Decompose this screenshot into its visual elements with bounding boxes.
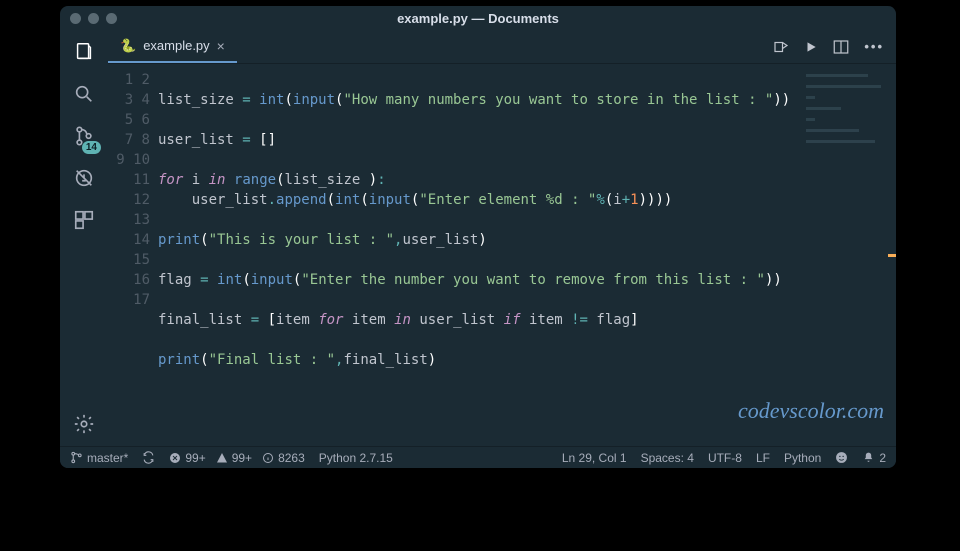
code-content[interactable]: list_size = int(input("How many numbers … bbox=[158, 64, 896, 446]
status-bell-count: 2 bbox=[879, 451, 886, 465]
python-file-icon: 🐍 bbox=[120, 38, 136, 54]
titlebar: example.py — Documents bbox=[60, 6, 896, 30]
overview-ruler-marker bbox=[888, 254, 896, 257]
search-icon[interactable] bbox=[70, 80, 98, 108]
status-encoding[interactable]: UTF-8 bbox=[708, 451, 742, 465]
watermark: codevscolor.com bbox=[738, 398, 884, 424]
minimize-window-icon[interactable] bbox=[88, 13, 99, 24]
settings-gear-icon[interactable] bbox=[70, 410, 98, 438]
source-control-badge: 14 bbox=[82, 141, 101, 154]
status-eol[interactable]: LF bbox=[756, 451, 770, 465]
zoom-window-icon[interactable] bbox=[106, 13, 117, 24]
info-icon bbox=[262, 452, 274, 464]
more-actions-icon[interactable]: ••• bbox=[864, 39, 884, 54]
status-info-count: 8263 bbox=[278, 451, 305, 465]
editor-body[interactable]: 1 2 3 4 5 6 7 8 9 10 11 12 13 14 15 16 1… bbox=[108, 64, 896, 446]
error-icon bbox=[169, 452, 181, 464]
status-warning-count: 99+ bbox=[232, 451, 252, 465]
status-cursor[interactable]: Ln 29, Col 1 bbox=[562, 451, 627, 465]
traffic-lights[interactable] bbox=[70, 13, 117, 24]
window-title: example.py — Documents bbox=[60, 11, 896, 26]
open-changes-icon[interactable] bbox=[772, 38, 790, 56]
activity-bar: 14 bbox=[60, 30, 108, 446]
close-tab-icon[interactable]: × bbox=[217, 39, 225, 53]
status-bar: master* 99+ 99+ 8263 Python 2.7.15 Ln 29… bbox=[60, 446, 896, 468]
status-indent[interactable]: Spaces: 4 bbox=[641, 451, 694, 465]
status-error-count: 99+ bbox=[185, 451, 205, 465]
sync-icon bbox=[142, 451, 155, 464]
smiley-icon bbox=[835, 451, 848, 464]
tab-example-py[interactable]: 🐍 example.py × bbox=[108, 30, 237, 63]
status-language[interactable]: Python bbox=[784, 451, 821, 465]
status-feedback[interactable] bbox=[835, 451, 848, 464]
editor-actions: ••• bbox=[772, 30, 896, 63]
extensions-icon[interactable] bbox=[70, 206, 98, 234]
explorer-icon[interactable] bbox=[70, 38, 98, 66]
bell-icon bbox=[862, 451, 875, 464]
split-editor-icon[interactable] bbox=[832, 38, 850, 56]
status-branch-label: master* bbox=[87, 451, 128, 465]
debug-icon[interactable] bbox=[70, 164, 98, 192]
git-branch-icon bbox=[70, 451, 83, 464]
run-icon[interactable] bbox=[804, 40, 818, 54]
source-control-icon[interactable]: 14 bbox=[70, 122, 98, 150]
tab-label: example.py bbox=[143, 38, 209, 53]
status-branch[interactable]: master* bbox=[70, 451, 128, 465]
warning-icon bbox=[216, 452, 228, 464]
close-window-icon[interactable] bbox=[70, 13, 81, 24]
tab-bar: 🐍 example.py × ••• bbox=[108, 30, 896, 64]
status-python-version[interactable]: Python 2.7.15 bbox=[319, 451, 393, 465]
line-number-gutter: 1 2 3 4 5 6 7 8 9 10 11 12 13 14 15 16 1… bbox=[108, 64, 158, 446]
status-sync[interactable] bbox=[142, 451, 155, 464]
status-problems[interactable]: 99+ 99+ 8263 bbox=[169, 451, 304, 465]
status-notifications[interactable]: 2 bbox=[862, 451, 886, 465]
editor-window: example.py — Documents 14 bbox=[60, 6, 896, 468]
editor-area: 🐍 example.py × ••• bbox=[108, 30, 896, 446]
